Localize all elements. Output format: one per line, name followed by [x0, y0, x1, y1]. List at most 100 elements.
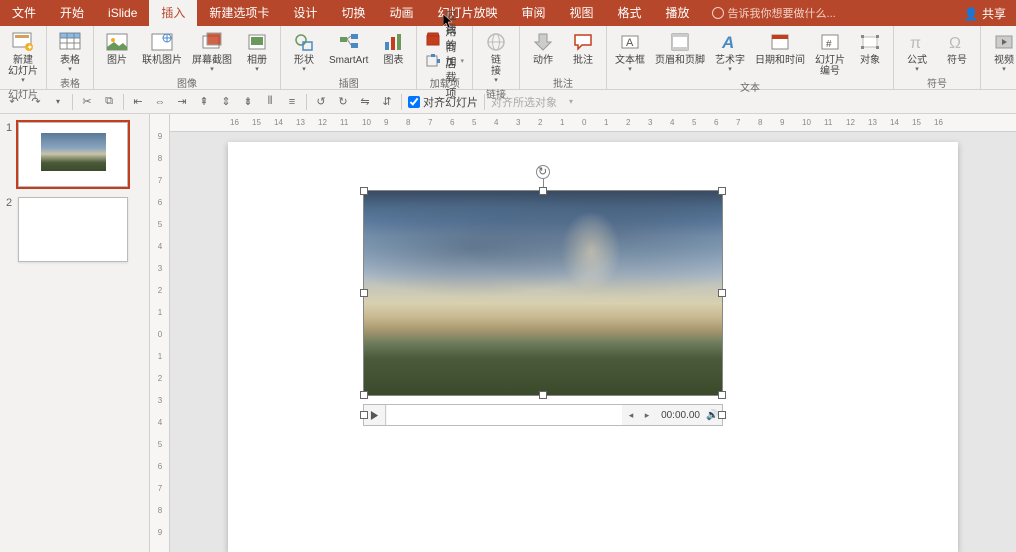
group-links: 链 接▾ 链接 — [473, 26, 520, 89]
align-right-icon[interactable]: ⇥ — [174, 94, 190, 110]
tab-insert[interactable]: 插入 — [149, 0, 197, 26]
group-text: A文本框▾ 页眉和页脚 A艺术字▾ 日期和时间 #幻灯片 编号 对象 文本 — [607, 26, 894, 89]
hyperlink-button[interactable]: 链 接▾ — [477, 28, 515, 86]
tab-playback[interactable]: 播放 — [654, 0, 702, 26]
resize-handle-br[interactable] — [718, 391, 726, 399]
align-selected-label: 对齐所选对象 — [491, 94, 557, 110]
group-tables: 表格▾ 表格 — [47, 26, 94, 89]
datetime-icon — [768, 30, 792, 54]
player-handle-l[interactable] — [360, 411, 368, 419]
undo-button[interactable]: ↶ — [6, 94, 22, 110]
svg-text:✦: ✦ — [27, 43, 34, 52]
quick-access-toolbar: ↶ ↷ ▾ ✂ ⧉ ⇤ ⇔ ⇥ ⇞ ⇕ ⇟ ⫴ ≡ ↺ ↻ ⇋ ⇵ 对齐幻灯片 … — [0, 90, 1016, 114]
header-footer-icon — [668, 30, 692, 54]
copy-icon[interactable]: ⧉ — [101, 94, 117, 110]
tab-animations[interactable]: 动画 — [377, 0, 425, 26]
player-handle-r[interactable] — [718, 411, 726, 419]
my-addins-button[interactable]: 我的加载项 ▾ — [421, 50, 468, 72]
video-icon — [992, 30, 1016, 54]
resize-handle-r[interactable] — [718, 289, 726, 297]
chart-button[interactable]: 图表 — [374, 28, 412, 68]
photo-album-button[interactable]: 相册▾ — [238, 28, 276, 75]
tab-format[interactable]: 格式 — [606, 0, 654, 26]
align-top-icon[interactable]: ⇞ — [196, 94, 212, 110]
shapes-icon — [292, 30, 316, 54]
align-slide-checkbox[interactable]: 对齐幻灯片 — [408, 94, 478, 110]
step-forward-button[interactable]: ▸ — [639, 410, 655, 421]
rotate-handle[interactable] — [536, 165, 550, 179]
slide-canvas[interactable]: ◂ ▸ 00:00.00 🔊 — [170, 132, 1016, 552]
tab-design[interactable]: 设计 — [281, 0, 329, 26]
tab-islide[interactable]: iSlide — [96, 0, 149, 26]
align-center-h-icon[interactable]: ⇔ — [152, 94, 168, 110]
resize-handle-t[interactable] — [539, 187, 547, 195]
comment-icon — [571, 30, 595, 54]
distribute-h-icon[interactable]: ⫴ — [262, 94, 278, 110]
flip-h-icon[interactable]: ⇋ — [357, 94, 373, 110]
flip-v-icon[interactable]: ⇵ — [379, 94, 395, 110]
equation-icon: π — [905, 30, 929, 54]
vertical-ruler: 9876543210123456789 — [150, 114, 170, 552]
tab-view[interactable]: 视图 — [558, 0, 606, 26]
textbox-icon: A — [618, 30, 642, 54]
video-button[interactable]: 视频▾ — [985, 28, 1016, 75]
slide-thumb-1[interactable]: 1 — [6, 122, 143, 187]
resize-handle-b[interactable] — [539, 391, 547, 399]
qat-dropdown[interactable]: ▾ — [50, 94, 66, 110]
rotate-left-icon[interactable]: ↺ — [313, 94, 329, 110]
header-footer-button[interactable]: 页眉和页脚 — [651, 28, 709, 68]
new-slide-button[interactable]: ✦ 新建 幻灯片▾ — [4, 28, 42, 86]
redo-button[interactable]: ↷ — [28, 94, 44, 110]
align-selected-dropdown[interactable]: ▾ — [563, 94, 579, 110]
online-pictures-icon — [150, 30, 174, 54]
rotate-right-icon[interactable]: ↻ — [335, 94, 351, 110]
action-icon — [531, 30, 555, 54]
seek-track[interactable] — [387, 405, 622, 425]
picture-button[interactable]: 图片 — [98, 28, 136, 68]
cut-icon[interactable]: ✂ — [79, 94, 95, 110]
resize-handle-bl[interactable] — [360, 391, 368, 399]
wordart-button[interactable]: A艺术字▾ — [711, 28, 749, 75]
textbox-button[interactable]: A文本框▾ — [611, 28, 649, 75]
step-back-button[interactable]: ◂ — [623, 410, 639, 421]
equation-button[interactable]: π公式▾ — [898, 28, 936, 75]
group-symbols: π公式▾ Ω符号 符号 — [894, 26, 981, 89]
share-button[interactable]: 👤 共享 — [954, 5, 1016, 22]
tab-newtab[interactable]: 新建选项卡 — [197, 0, 281, 26]
group-slides: ✦ 新建 幻灯片▾ 幻灯片 — [0, 26, 47, 89]
object-icon — [858, 30, 882, 54]
new-slide-icon: ✦ — [11, 30, 35, 54]
online-pictures-button[interactable]: 联机图片 — [138, 28, 186, 68]
shapes-button[interactable]: 形状▾ — [285, 28, 323, 75]
tab-transitions[interactable]: 切换 — [329, 0, 377, 26]
tab-home[interactable]: 开始 — [48, 0, 96, 26]
tab-review[interactable]: 审阅 — [509, 0, 557, 26]
object-button[interactable]: 对象 — [851, 28, 889, 68]
align-left-icon[interactable]: ⇤ — [130, 94, 146, 110]
table-button[interactable]: 表格▾ — [51, 28, 89, 75]
distribute-v-icon[interactable]: ≡ — [284, 94, 300, 110]
align-middle-icon[interactable]: ⇕ — [218, 94, 234, 110]
slide-number-button[interactable]: #幻灯片 编号 — [811, 28, 849, 79]
resize-handle-tr[interactable] — [718, 187, 726, 195]
symbol-button[interactable]: Ω符号 — [938, 28, 976, 68]
video-preview — [364, 191, 722, 395]
date-time-button[interactable]: 日期和时间 — [751, 28, 809, 68]
tab-file[interactable]: 文件 — [0, 0, 48, 26]
slide-thumb-2[interactable]: 2 — [6, 197, 143, 262]
smartart-icon — [337, 30, 361, 54]
video-object[interactable] — [363, 190, 723, 396]
ribbon: ✦ 新建 幻灯片▾ 幻灯片 表格▾ 表格 图片 联机图片 屏幕截图▾ 相册▾ 图… — [0, 26, 1016, 90]
slide-panel[interactable]: 1 2 — [0, 114, 150, 552]
smartart-button[interactable]: SmartArt — [325, 28, 372, 68]
slidenum-icon: # — [818, 30, 842, 54]
svg-text:π: π — [910, 35, 921, 52]
resize-handle-l[interactable] — [360, 289, 368, 297]
resize-handle-tl[interactable] — [360, 187, 368, 195]
tell-me-search[interactable]: 告诉我你想要做什么... — [712, 5, 836, 21]
comment-button[interactable]: 批注 — [564, 28, 602, 68]
align-bottom-icon[interactable]: ⇟ — [240, 94, 256, 110]
action-button[interactable]: 动作 — [524, 28, 562, 68]
screenshot-button[interactable]: 屏幕截图▾ — [188, 28, 236, 75]
tab-slideshow[interactable]: 幻灯片放映 — [425, 0, 509, 26]
